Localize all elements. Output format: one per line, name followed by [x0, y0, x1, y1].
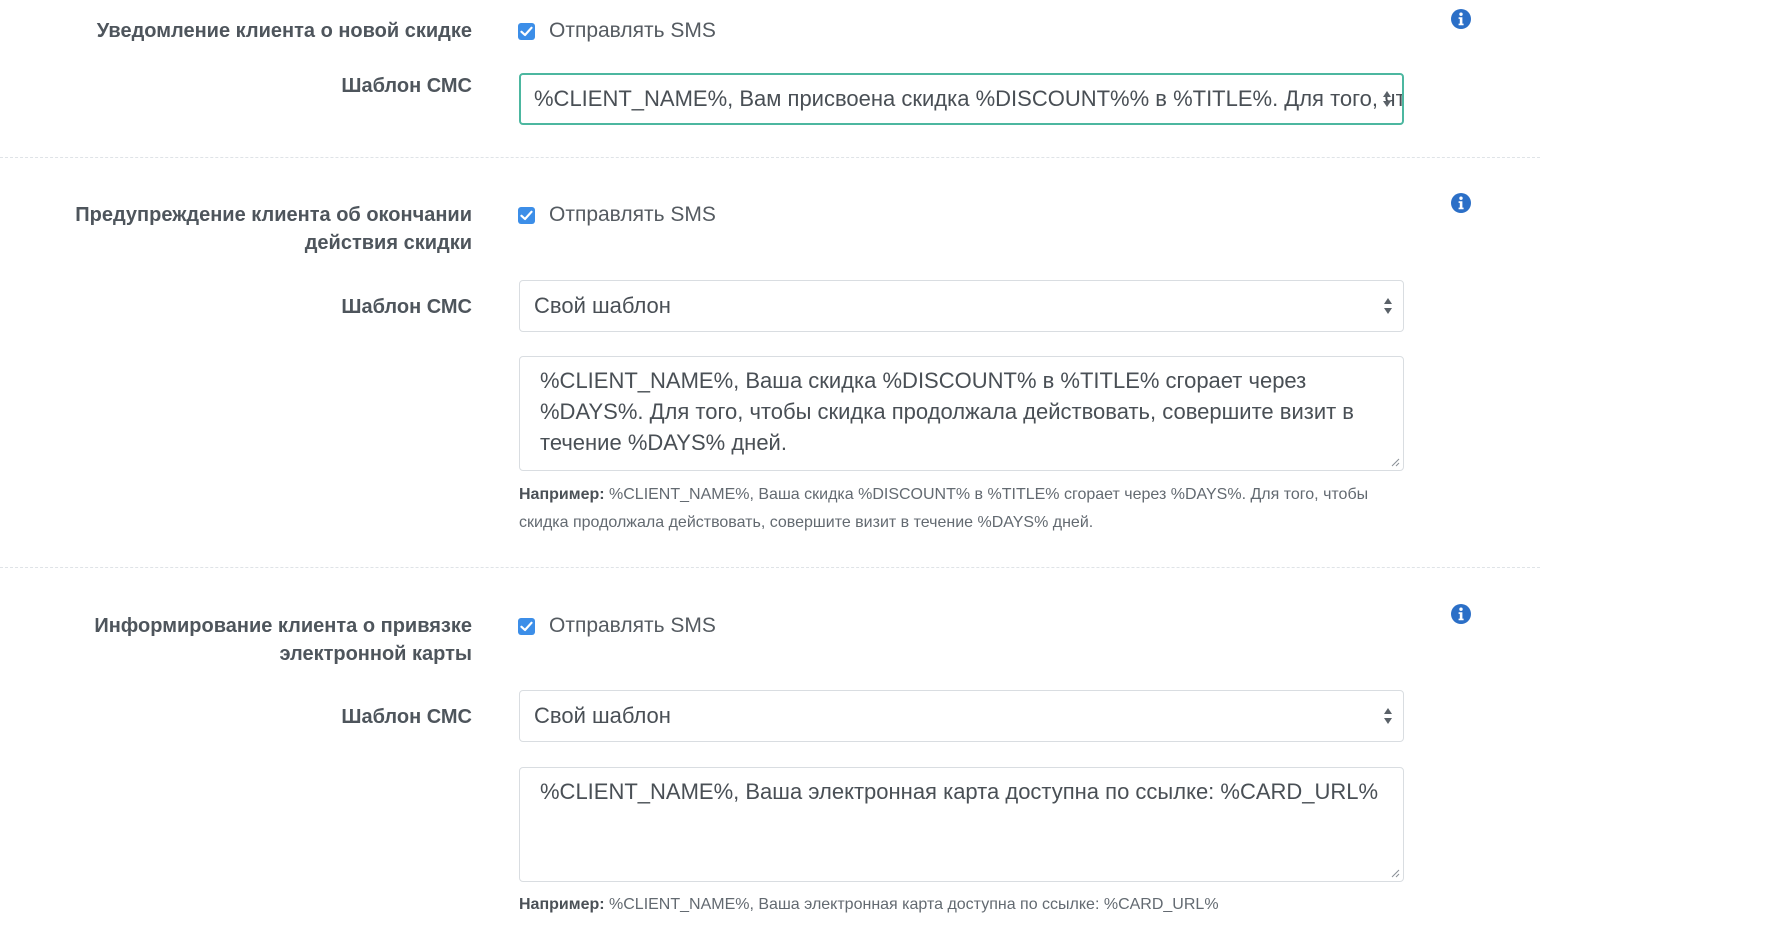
- section-label-line: электронной карты: [279, 643, 472, 665]
- select-arrows-icon: [1384, 298, 1392, 314]
- template-select-discount-expiry[interactable]: Свой шаблон: [519, 280, 1404, 332]
- section-divider: [0, 567, 1540, 568]
- section-label-line: Информирование клиента о привязке: [94, 615, 472, 637]
- template-label: Шаблон СМС: [341, 75, 472, 97]
- section-label-discount-expiry: Предупреждение клиента об окончании дейс…: [0, 201, 472, 257]
- template-select-new-discount[interactable]: %CLIENT_NAME%, Вам присвоена скидка %DIS…: [519, 73, 1404, 125]
- resize-handle-icon[interactable]: [1390, 457, 1400, 467]
- check-icon: [520, 621, 533, 631]
- send-sms-checkbox-discount-expiry[interactable]: [518, 206, 535, 224]
- check-icon: [520, 26, 533, 36]
- example-hint-discount-expiry: Например: %CLIENT_NAME%, Ваша скидка %DI…: [519, 481, 1399, 537]
- send-sms-row-card-binding[interactable]: Отправлять SMS: [518, 612, 716, 640]
- select-arrows-icon: [1383, 91, 1391, 107]
- example-prefix: Например:: [519, 486, 605, 503]
- template-label: Шаблон СМС: [341, 296, 472, 318]
- section-label-new-discount: Уведомление клиента о новой скидке: [96, 20, 472, 42]
- section-divider: [0, 157, 1540, 158]
- send-sms-label: Отправлять SMS: [549, 19, 716, 42]
- resize-handle-icon[interactable]: [1390, 868, 1400, 878]
- template-text-discount-expiry[interactable]: %CLIENT_NAME%, Ваша скидка %DISCOUNT% в …: [519, 356, 1404, 471]
- info-icon[interactable]: [1450, 192, 1472, 214]
- info-icon[interactable]: [1450, 603, 1472, 625]
- template-label: Шаблон СМС: [341, 706, 472, 728]
- template-text-value: %CLIENT_NAME%, Ваша электронная карта до…: [540, 779, 1379, 804]
- example-text: %CLIENT_NAME%, Ваша скидка %DISCOUNT% в …: [519, 486, 1369, 531]
- check-icon: [520, 210, 533, 220]
- sms-settings-page: Уведомление клиента о новой скидке Отпра…: [0, 0, 1777, 925]
- send-sms-row-discount-expiry[interactable]: Отправлять SMS: [518, 201, 716, 229]
- send-sms-row-new-discount[interactable]: Отправлять SMS: [518, 17, 716, 45]
- template-text-card-binding[interactable]: %CLIENT_NAME%, Ваша электронная карта до…: [519, 767, 1404, 882]
- send-sms-label: Отправлять SMS: [549, 203, 716, 226]
- example-text: %CLIENT_NAME%, Ваша электронная карта до…: [604, 896, 1219, 913]
- select-arrows-icon: [1384, 708, 1392, 724]
- template-select-value: Свой шаблон: [534, 703, 671, 728]
- example-prefix: Например:: [519, 896, 605, 913]
- send-sms-checkbox-new-discount[interactable]: [518, 22, 535, 40]
- template-select-value: Свой шаблон: [534, 293, 671, 318]
- template-select-card-binding[interactable]: Свой шаблон: [519, 690, 1404, 742]
- section-label-line: Предупреждение клиента об окончании: [75, 204, 472, 226]
- template-select-value: %CLIENT_NAME%, Вам присвоена скидка %DIS…: [534, 86, 1404, 111]
- section-label-line: действия скидки: [304, 232, 472, 254]
- section-label-card-binding: Информирование клиента о привязке электр…: [0, 612, 472, 668]
- send-sms-checkbox-card-binding[interactable]: [518, 617, 535, 635]
- example-hint-card-binding: Например: %CLIENT_NAME%, Ваша электронна…: [519, 891, 1399, 919]
- info-icon[interactable]: [1450, 8, 1472, 30]
- send-sms-label: Отправлять SMS: [549, 614, 716, 637]
- template-text-value: %CLIENT_NAME%, Ваша скидка %DISCOUNT% в …: [540, 368, 1354, 455]
